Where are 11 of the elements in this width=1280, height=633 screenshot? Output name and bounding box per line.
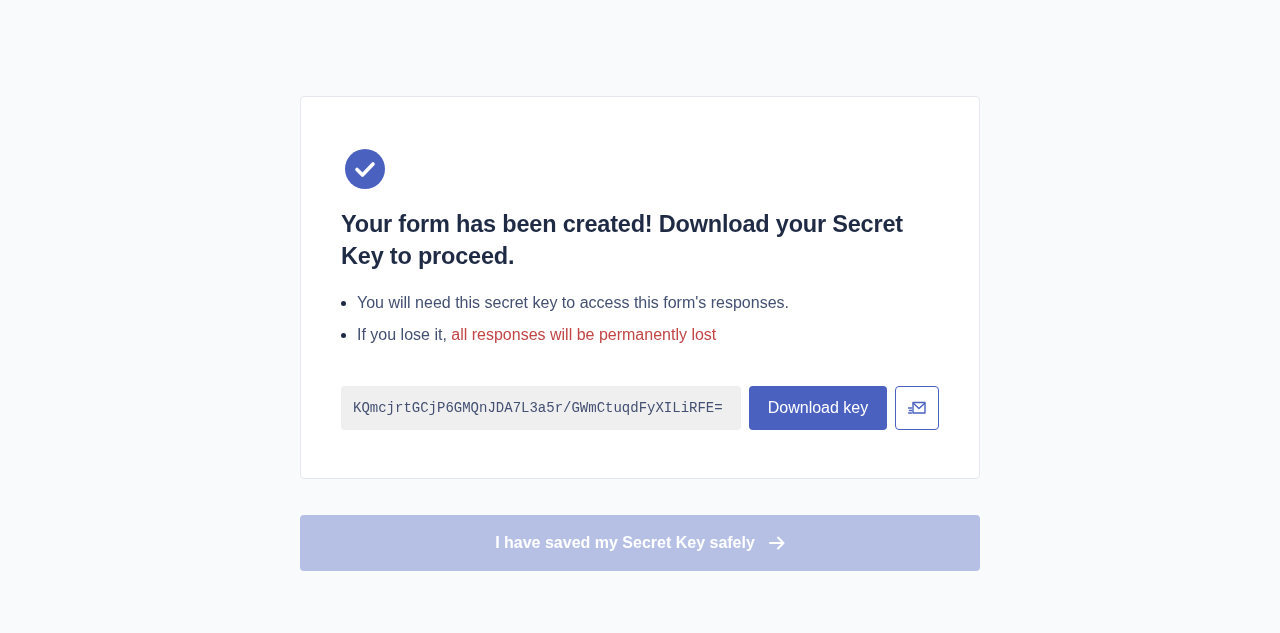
success-heading: Your form has been created! Download your Secret Key to proceed. <box>341 210 904 271</box>
email-key-button[interactable] <box>895 386 939 430</box>
download-key-button[interactable]: Download key <box>749 386 887 430</box>
bullet-icon <box>341 332 346 338</box>
bullet-text: You will need this secret key to access this form's responses. <box>357 293 789 313</box>
secret-key-field[interactable]: KQmcjrtGCjP6GMQnJDA7L3a5r/GWmCtuqdFyXILiRFE= <box>341 386 741 430</box>
arrow-right-icon <box>768 536 785 550</box>
bullet-icon <box>341 300 346 306</box>
check-circle-icon <box>345 149 385 189</box>
envelope-icon <box>908 400 926 416</box>
bullet-text: If you lose it, all responses will be permanently lost <box>357 325 717 345</box>
